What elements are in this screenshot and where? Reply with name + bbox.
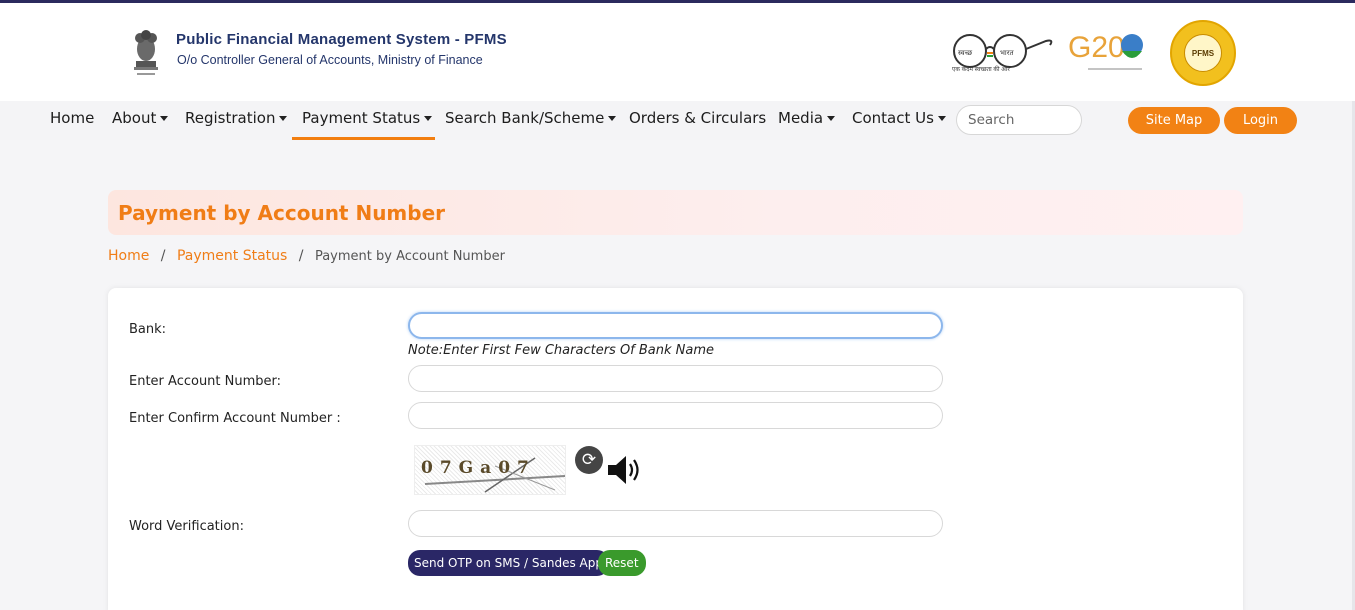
nav-about[interactable]: About bbox=[112, 109, 169, 127]
account-number-label: Enter Account Number: bbox=[129, 374, 282, 389]
breadcrumb: Home / Payment Status / Payment by Accou… bbox=[108, 248, 505, 264]
confirm-account-label: Enter Confirm Account Number : bbox=[129, 411, 341, 426]
chevron-down-icon bbox=[160, 116, 169, 121]
nav-payment-status-label: Payment Status bbox=[302, 109, 421, 127]
word-verification-input[interactable] bbox=[408, 510, 943, 537]
site-subtitle: O/o Controller General of Accounts, Mini… bbox=[177, 53, 483, 67]
breadcrumb-payment-status-link[interactable]: Payment Status bbox=[177, 248, 287, 264]
g20-text: G20 bbox=[1068, 31, 1125, 64]
main-navbar: Home About Registration Payment Status S… bbox=[0, 101, 1355, 140]
swachh-caption: एक कदम स्वच्छता की ओर bbox=[952, 67, 1010, 73]
refresh-icon[interactable]: ⟳ bbox=[575, 446, 603, 474]
chevron-down-icon bbox=[827, 116, 836, 121]
bank-label: Bank: bbox=[129, 322, 167, 337]
breadcrumb-home-link[interactable]: Home bbox=[108, 248, 149, 264]
nav-payment-status[interactable]: Payment Status bbox=[302, 109, 433, 127]
nav-about-label: About bbox=[112, 109, 157, 127]
page-title: Payment by Account Number bbox=[118, 201, 446, 225]
nav-contact-label: Contact Us bbox=[852, 109, 934, 127]
confirm-account-input[interactable] bbox=[408, 402, 943, 429]
nav-active-indicator bbox=[292, 137, 435, 140]
page-title-banner: Payment by Account Number bbox=[108, 190, 1243, 235]
bank-input[interactable] bbox=[408, 312, 943, 339]
breadcrumb-current: Payment by Account Number bbox=[314, 249, 505, 264]
reset-button[interactable]: Reset bbox=[598, 550, 646, 576]
chevron-down-icon bbox=[424, 116, 433, 121]
swachh-left-text: स्वच्छ bbox=[958, 49, 973, 57]
g20-logo: G20 bbox=[1068, 31, 1143, 70]
swachh-right-text: भारत bbox=[1000, 49, 1015, 57]
chevron-down-icon bbox=[608, 116, 617, 121]
pfms-logo: PFMS bbox=[1170, 20, 1236, 86]
national-emblem-icon bbox=[134, 30, 158, 75]
word-verification-label: Word Verification: bbox=[129, 519, 244, 534]
site-map-button[interactable]: Site Map bbox=[1128, 107, 1220, 134]
nav-search-bank-scheme[interactable]: Search Bank/Scheme bbox=[445, 109, 617, 127]
nav-registration[interactable]: Registration bbox=[185, 109, 288, 127]
breadcrumb-separator: / bbox=[298, 248, 304, 264]
nav-contact-us[interactable]: Contact Us bbox=[852, 109, 946, 127]
login-button[interactable]: Login bbox=[1224, 107, 1297, 134]
site-header: Public Financial Management System - PFM… bbox=[0, 3, 1355, 101]
chevron-down-icon bbox=[279, 116, 288, 121]
nav-registration-label: Registration bbox=[185, 109, 276, 127]
nav-home-label: Home bbox=[50, 109, 95, 127]
captcha-image: 07Ga07 bbox=[414, 445, 566, 495]
nav-media-label: Media bbox=[778, 109, 824, 127]
send-otp-button[interactable]: Send OTP on SMS / Sandes App bbox=[408, 550, 609, 576]
chevron-down-icon bbox=[937, 116, 946, 121]
nav-orders-circulars[interactable]: Orders & Circulars bbox=[629, 109, 766, 127]
site-title: Public Financial Management System - PFM… bbox=[176, 31, 507, 48]
nav-search-bank-label: Search Bank/Scheme bbox=[445, 109, 605, 127]
search-input[interactable] bbox=[956, 105, 1082, 135]
account-number-input[interactable] bbox=[408, 365, 943, 392]
nav-media[interactable]: Media bbox=[778, 109, 836, 127]
payment-form-card: Bank: Note:Enter First Few Characters Of… bbox=[108, 288, 1243, 610]
speaker-icon[interactable] bbox=[606, 453, 642, 487]
captcha-text: 07Ga07 bbox=[421, 458, 536, 478]
nav-orders-label: Orders & Circulars bbox=[629, 109, 767, 127]
pfms-logo-text: PFMS bbox=[1184, 34, 1222, 72]
nav-home[interactable]: Home bbox=[50, 109, 94, 127]
breadcrumb-separator: / bbox=[160, 248, 166, 264]
bank-note: Note:Enter First Few Characters Of Bank … bbox=[408, 343, 715, 358]
